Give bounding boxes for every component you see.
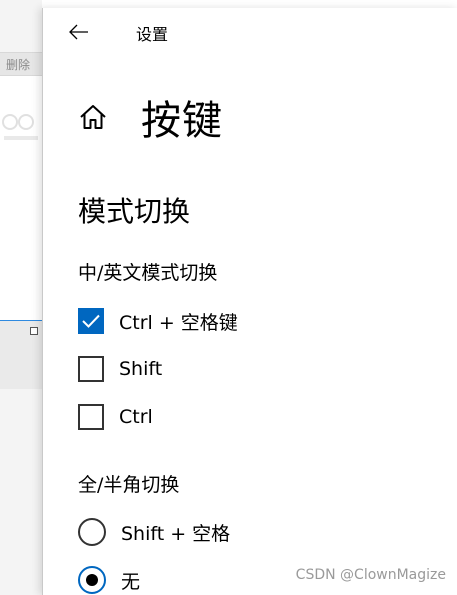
section-title: 模式切换 — [78, 195, 191, 228]
title-bar: 设置 — [43, 8, 457, 52]
radio-option-none[interactable]: 无 — [78, 565, 140, 595]
group-label-input-mode: 中/英文模式切换 — [78, 262, 218, 284]
option-label: Shift — [119, 358, 163, 380]
checkbox-option-shift[interactable]: Shift — [78, 354, 162, 384]
window-title: 设置 — [136, 25, 169, 44]
home-icon — [77, 101, 109, 133]
page-title: 按键 — [141, 98, 223, 144]
background-delete-label: 删除 — [6, 58, 31, 72]
settings-panel: 设置 按键 模式切换 中/英文模式切换 Ctrl + 空格键 Shift Ctr… — [42, 8, 457, 595]
option-label: 无 — [121, 570, 141, 593]
option-label: Shift + 空格 — [121, 522, 231, 545]
back-arrow-icon — [69, 24, 88, 40]
option-label: Ctrl — [119, 406, 153, 428]
checkmark-icon — [82, 314, 100, 328]
checkbox-unchecked[interactable] — [78, 404, 104, 430]
csdn-watermark: CSDN @ClownMagize — [295, 567, 446, 583]
checkbox-unchecked[interactable] — [78, 356, 104, 382]
radio-button-selected[interactable] — [78, 566, 106, 594]
background-logo-icon — [2, 114, 38, 140]
background-resize-handle — [30, 327, 38, 335]
back-button[interactable] — [63, 16, 95, 48]
option-label: Ctrl + 空格键 — [119, 311, 238, 334]
background-toolbar: 删除 — [0, 52, 42, 76]
radio-dot-icon — [86, 574, 98, 586]
checkbox-option-ctrl[interactable]: Ctrl — [78, 402, 153, 432]
checkbox-checked[interactable] — [78, 308, 104, 334]
radio-button-unselected[interactable] — [78, 518, 106, 546]
checkbox-option-ctrl-space[interactable]: Ctrl + 空格键 — [78, 306, 238, 336]
group-label-full-half-width: 全/半角切换 — [78, 474, 180, 496]
page-header: 按键 — [77, 92, 223, 144]
radio-option-shift-space[interactable]: Shift + 空格 — [78, 517, 230, 547]
